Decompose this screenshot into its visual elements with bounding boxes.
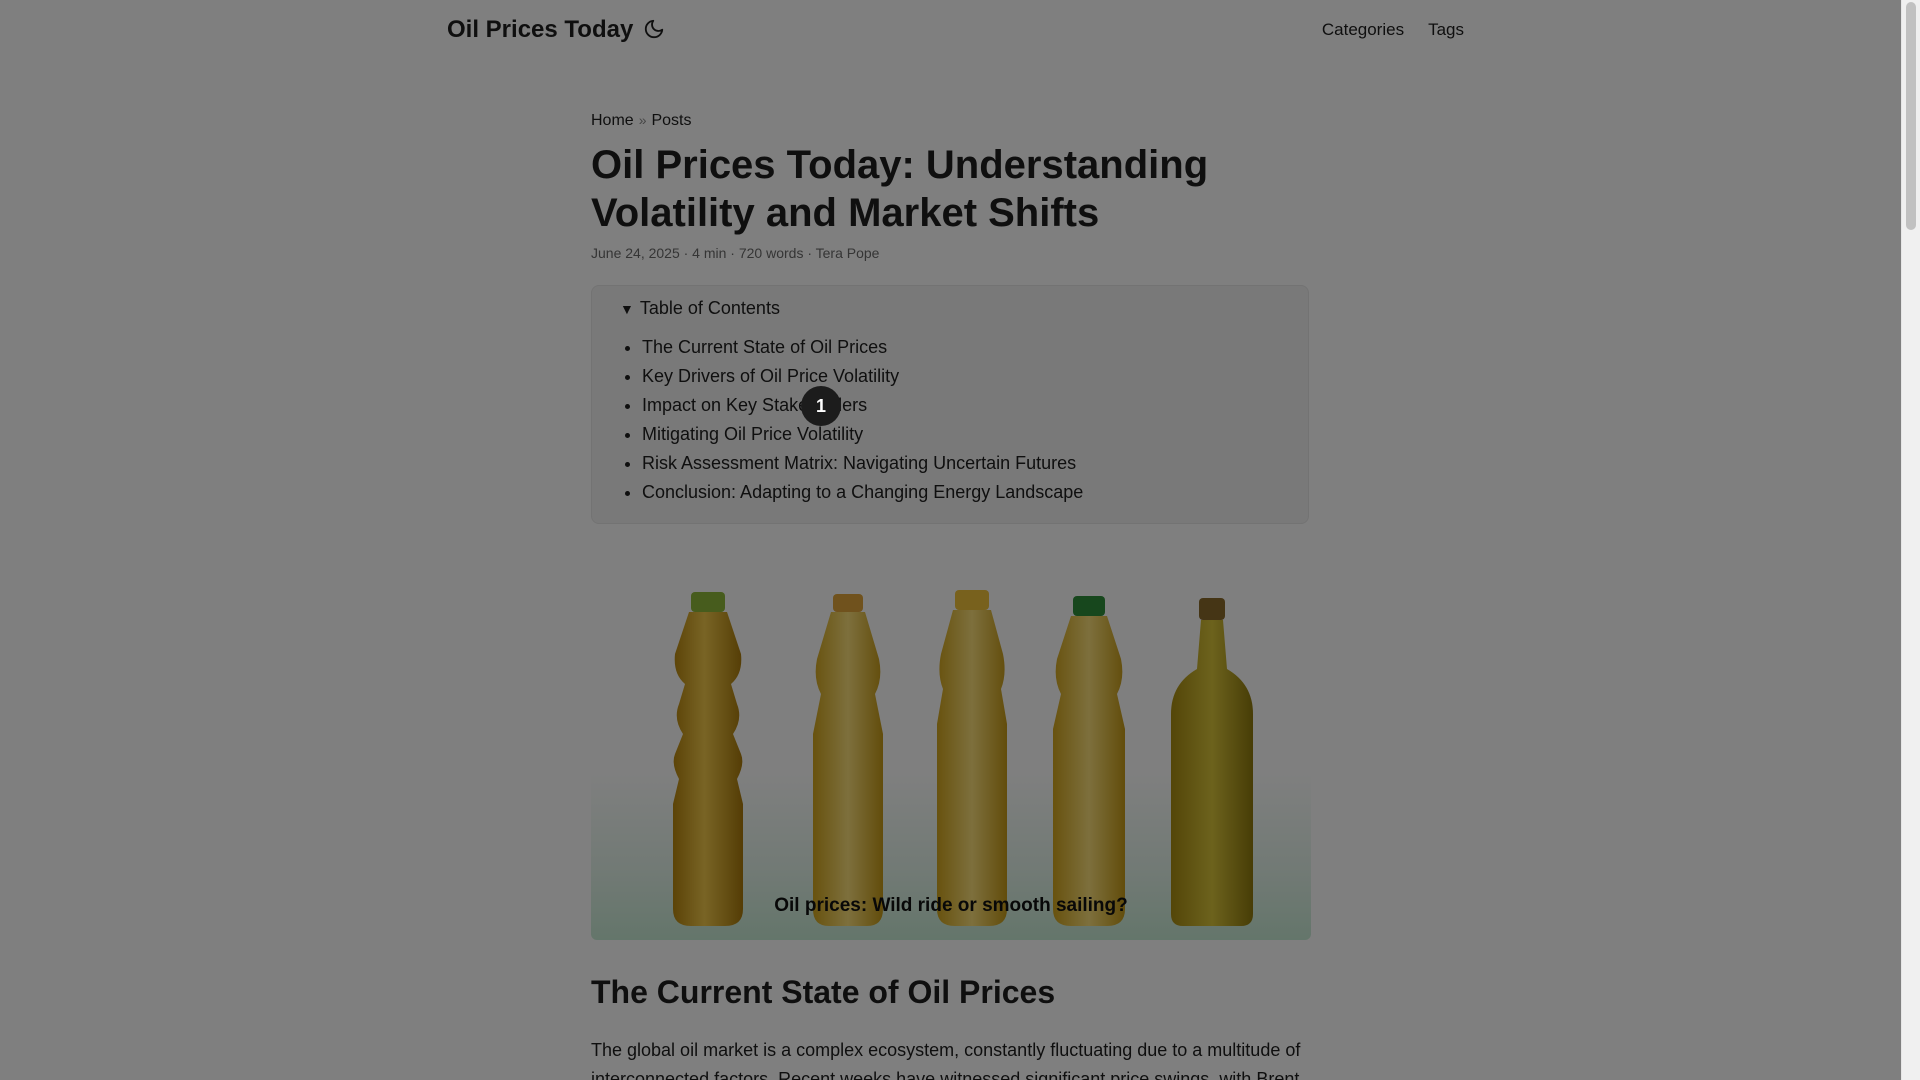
step-marker-badge: 1	[801, 386, 841, 426]
breadcrumb-home-link[interactable]: Home	[591, 112, 634, 129]
toc-toggle[interactable]: ▼ Table of Contents	[620, 296, 1308, 321]
table-of-contents: ▼ Table of Contents The Current State of …	[591, 285, 1309, 524]
nav-tags-link[interactable]: Tags	[1428, 19, 1464, 41]
site-logo-link[interactable]: Oil Prices Today	[447, 15, 633, 45]
vertical-scrollbar[interactable]	[1901, 0, 1920, 1080]
toc-link-risk-matrix[interactable]: Risk Assessment Matrix: Navigating Uncer…	[642, 453, 1076, 473]
cover-caption: Oil prices: Wild ride or smooth sailing?	[774, 895, 1128, 916]
toc-link-current-state[interactable]: The Current State of Oil Prices	[642, 337, 887, 357]
intro-paragraph: The global oil market is a complex ecosy…	[591, 1040, 1301, 1080]
toc-item: The Current State of Oil Prices	[642, 333, 1308, 362]
toc-link-conclusion[interactable]: Conclusion: Adapting to a Changing Energ…	[642, 482, 1083, 502]
triangle-down-icon: ▼	[620, 301, 634, 317]
section-heading-current-state: The Current State of Oil Prices	[591, 974, 1056, 1010]
bottle-5	[1171, 598, 1253, 926]
toc-link-key-drivers[interactable]: Key Drivers of Oil Price Volatility	[642, 366, 899, 386]
toc-item: Conclusion: Adapting to a Changing Energ…	[642, 478, 1308, 507]
post-main: Home» Posts Oil Prices Today: Understandi…	[591, 108, 1311, 1080]
toc-item: Key Drivers of Oil Price Volatility	[642, 362, 1308, 391]
oil-bottles-illustration	[673, 590, 1253, 926]
bottle-1	[673, 592, 743, 926]
bottle-4	[1053, 596, 1125, 926]
toc-item: Mitigating Oil Price Volatility	[642, 420, 1308, 449]
breadcrumb-posts-link[interactable]: Posts	[651, 112, 691, 129]
site-header: Oil Prices Today Categories Tags	[0, 0, 1901, 60]
page: Oil Prices Today Categories Tags Home» Po…	[0, 0, 1901, 1080]
toc-item: Risk Assessment Matrix: Navigating Uncer…	[642, 449, 1308, 478]
toc-list: The Current State of Oil Prices Key Driv…	[592, 333, 1308, 507]
moon-icon[interactable]	[643, 18, 665, 40]
bottle-2	[813, 594, 883, 926]
breadcrumb-separator: »	[638, 112, 647, 128]
page-title: Oil Prices Today: Understanding Volatili…	[591, 143, 1209, 235]
toc-link-mitigating[interactable]: Mitigating Oil Price Volatility	[642, 424, 863, 444]
toc-item: Impact on Key Stakeholders	[642, 391, 1308, 420]
breadcrumb: Home» Posts	[591, 108, 1311, 133]
cover-image: Oil prices: Wild ride or smooth sailing?	[591, 564, 1311, 940]
nav-categories-link[interactable]: Categories	[1322, 19, 1404, 41]
main-nav: Categories Tags	[1322, 19, 1464, 41]
bottle-3	[937, 590, 1007, 926]
toc-summary-label: Table of Contents	[639, 298, 780, 318]
scrollbar-thumb[interactable]	[1906, 2, 1916, 230]
post-meta: June 24, 2025 · 4 min · 720 words · Tera…	[591, 245, 880, 261]
